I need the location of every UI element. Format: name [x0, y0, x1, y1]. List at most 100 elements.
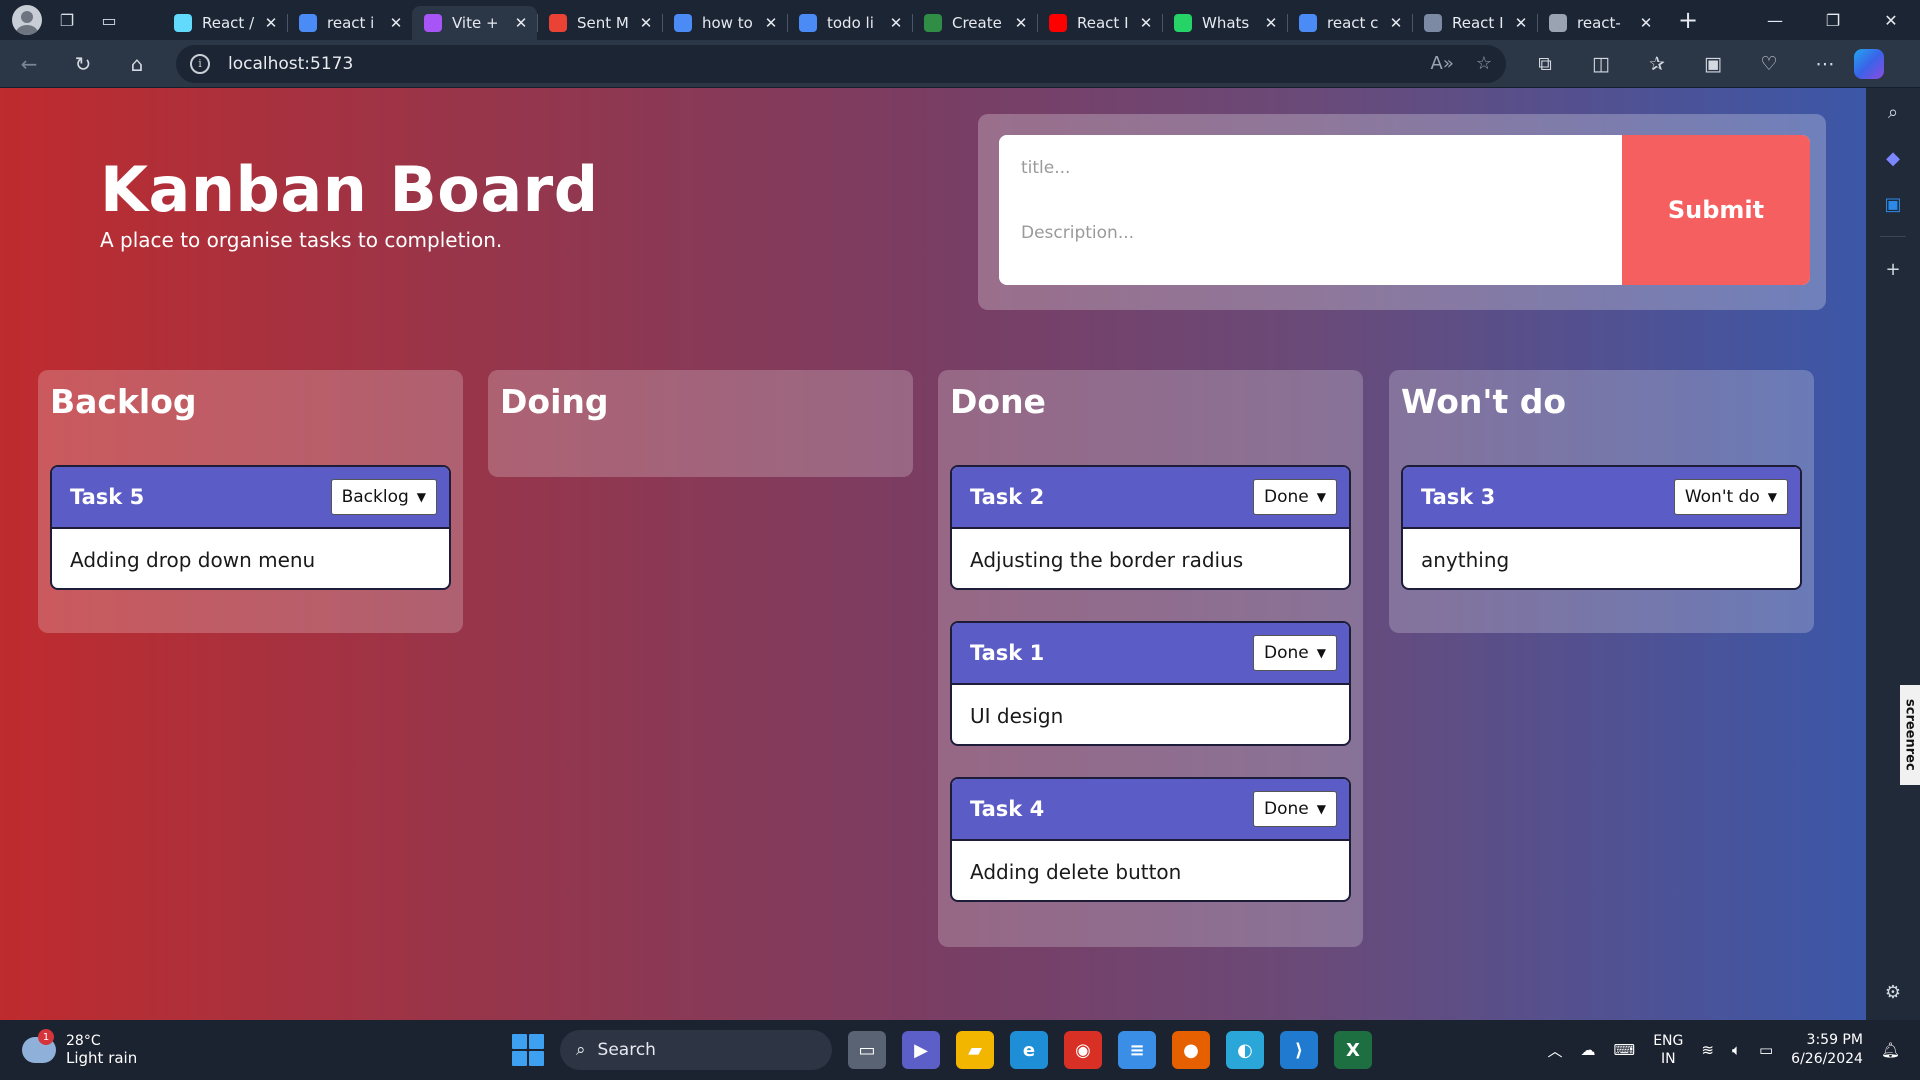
gfg-icon — [924, 14, 942, 32]
sidebar-copilot-icon[interactable]: ◆ — [1879, 144, 1907, 172]
status-dropdown[interactable]: Done ▼ — [1253, 635, 1337, 671]
copilot-icon[interactable] — [1854, 48, 1884, 79]
clock[interactable]: 3:59 PM 6/26/2024 — [1791, 1031, 1863, 1069]
title-input[interactable] — [999, 135, 1622, 200]
browser-tab[interactable]: react i ✕ — [287, 6, 412, 40]
tab-strip: React / ✕ react i ✕ Vite + ✕ Sent M ✕ how to ✕ tod… — [162, 0, 1662, 40]
column-title: Backlog — [50, 382, 197, 421]
favorites-icon[interactable]: ✰ — [1636, 53, 1678, 75]
tab-close-icon[interactable]: ✕ — [1261, 14, 1281, 32]
keyboard-icon[interactable]: ⌨ — [1614, 1041, 1636, 1059]
status-dropdown[interactable]: Won't do ▼ — [1673, 479, 1788, 515]
browser-tab[interactable]: react- ✕ — [1537, 6, 1662, 40]
browser-tab[interactable]: Sent M ✕ — [537, 6, 662, 40]
youtube-icon — [1049, 14, 1067, 32]
tab-close-icon[interactable]: ✕ — [761, 14, 781, 32]
home-button[interactable]: ⌂ — [112, 44, 162, 84]
sidebar-outlook-icon[interactable]: ▣ — [1879, 190, 1907, 218]
battery-icon[interactable]: ▭ — [1759, 1041, 1773, 1059]
tab-close-icon[interactable]: ✕ — [1386, 14, 1406, 32]
read-aloud-icon[interactable]: A» — [1431, 53, 1454, 74]
windows-start-icon[interactable] — [512, 1034, 544, 1066]
wifi-icon[interactable]: ≋ — [1701, 1041, 1714, 1059]
search-icon — [799, 14, 817, 32]
profile-avatar[interactable] — [12, 5, 42, 35]
tab-close-icon[interactable]: ✕ — [511, 14, 531, 32]
chrome-icon[interactable]: ◉ — [1064, 1031, 1102, 1069]
tab-close-icon[interactable]: ✕ — [1011, 14, 1031, 32]
edge-icon[interactable]: e — [1010, 1031, 1048, 1069]
excel-icon[interactable]: X — [1334, 1031, 1372, 1069]
task-title: Task 4 — [970, 797, 1045, 821]
sidebar-settings-icon[interactable]: ⚙ — [1879, 978, 1907, 1006]
weather-widget[interactable]: 1 28°C Light rain — [0, 1029, 300, 1067]
submit-button[interactable]: Submit — [1622, 135, 1810, 285]
firefox-icon[interactable]: ● — [1172, 1031, 1210, 1069]
vscode-icon[interactable]: ⟩ — [1280, 1031, 1318, 1069]
address-bar[interactable]: i localhost:5173 A» ☆ — [176, 44, 1506, 83]
browser-tab[interactable]: React / ✕ — [162, 6, 287, 40]
new-tab-button[interactable]: + — [1668, 3, 1708, 37]
column-title: Won't do — [1401, 382, 1567, 421]
restore-button[interactable]: ❐ — [1804, 0, 1862, 40]
task-card[interactable]: Task 5 Backlog ▼ Adding drop down menu — [50, 465, 451, 590]
onedrive-icon[interactable]: ☁ — [1581, 1041, 1596, 1059]
task-card[interactable]: Task 3 Won't do ▼ anything — [1401, 465, 1802, 590]
workspaces-icon[interactable]: ❐ — [50, 5, 84, 35]
browser-tab[interactable]: Vite + ✕ — [412, 6, 537, 40]
weather-badge: 1 — [38, 1029, 54, 1045]
windows-taskbar: 1 28°C Light rain ⌕ Search ▭ ▶ ▰ e ◉ ≡ ●… — [0, 1020, 1920, 1080]
close-window-button[interactable]: ✕ — [1862, 0, 1920, 40]
collections-icon[interactable]: ▣ — [1692, 53, 1734, 75]
tab-close-icon[interactable]: ✕ — [886, 14, 906, 32]
browser-tab[interactable]: react c ✕ — [1287, 6, 1412, 40]
task-card[interactable]: Task 2 Done ▼ Adjusting the border radius — [950, 465, 1351, 590]
tab-close-icon[interactable]: ✕ — [636, 14, 656, 32]
browser-essentials-icon[interactable]: ♡ — [1748, 53, 1790, 75]
chevron-down-icon: ▼ — [1316, 802, 1326, 816]
tab-title: react- — [1577, 14, 1621, 32]
sidebar-search-icon[interactable]: ⌕ — [1879, 98, 1907, 126]
tab-close-icon[interactable]: ✕ — [1511, 14, 1531, 32]
tab-close-icon[interactable]: ✕ — [1136, 14, 1156, 32]
task-card[interactable]: Task 1 Done ▼ UI design — [950, 621, 1351, 746]
tab-close-icon[interactable]: ✕ — [1636, 14, 1656, 32]
notification-bell-icon[interactable]: 🔔︎ — [1881, 1041, 1900, 1059]
favorite-star-icon[interactable]: ☆ — [1476, 53, 1492, 74]
browser-tab[interactable]: how to ✕ — [662, 6, 787, 40]
more-menu-icon[interactable]: ⋯ — [1804, 53, 1846, 75]
browser-tab[interactable]: todo li ✕ — [787, 6, 912, 40]
refresh-button[interactable]: ↻ — [58, 44, 108, 84]
browser-tab[interactable]: React I ✕ — [1412, 6, 1537, 40]
split-screen-icon[interactable]: ◫ — [1580, 53, 1622, 75]
file-explorer-icon[interactable]: ▰ — [956, 1031, 994, 1069]
omnibox-actions: A» ☆ — [1431, 53, 1492, 74]
browser-tab[interactable]: Whats ✕ — [1162, 6, 1287, 40]
description-input[interactable] — [999, 200, 1622, 265]
task-card[interactable]: Task 4 Done ▼ Adding delete button — [950, 777, 1351, 902]
extensions-icon[interactable]: ⧉ — [1524, 53, 1566, 75]
status-dropdown[interactable]: Backlog ▼ — [330, 479, 437, 515]
teams-meet-icon[interactable]: ▶ — [902, 1031, 940, 1069]
volume-icon[interactable]: 🔈︎ — [1732, 1041, 1741, 1059]
tab-close-icon[interactable]: ✕ — [261, 14, 281, 32]
paint-icon[interactable]: ◐ — [1226, 1031, 1264, 1069]
screenrec-overlay[interactable]: screenrec — [1900, 685, 1920, 785]
taskbar-search[interactable]: ⌕ Search — [560, 1030, 832, 1070]
tab-actions-icon[interactable]: ▭ — [92, 5, 126, 35]
task-view-icon[interactable]: ▭ — [848, 1031, 886, 1069]
sidebar-add-icon[interactable]: + — [1879, 255, 1907, 283]
browser-tab[interactable]: React I ✕ — [1037, 6, 1162, 40]
task-description: Adding drop down menu — [70, 547, 316, 572]
back-button[interactable]: ← — [4, 44, 54, 84]
language-indicator[interactable]: ENG IN — [1653, 1032, 1683, 1068]
tab-close-icon[interactable]: ✕ — [386, 14, 406, 32]
site-info-icon[interactable]: i — [190, 53, 210, 74]
status-dropdown[interactable]: Done ▼ — [1253, 479, 1337, 515]
status-dropdown[interactable]: Done ▼ — [1253, 791, 1337, 827]
notepad-icon[interactable]: ≡ — [1118, 1031, 1156, 1069]
status-value: Won't do — [1684, 487, 1760, 507]
minimize-button[interactable]: — — [1746, 0, 1804, 40]
chevron-up-icon[interactable]: ︿ — [1548, 1040, 1563, 1061]
browser-tab[interactable]: Create ✕ — [912, 6, 1037, 40]
